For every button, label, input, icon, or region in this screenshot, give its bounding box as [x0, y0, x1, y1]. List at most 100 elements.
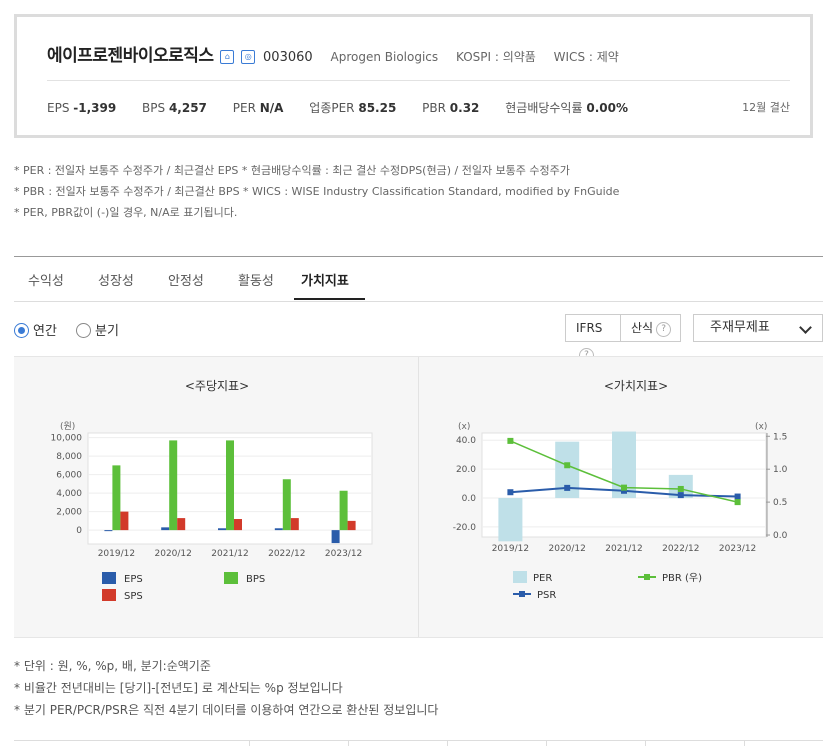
tab-profitability[interactable]: 수익성 [28, 270, 64, 289]
x-tick-label: 2022/12 [662, 544, 699, 554]
ifrs-button[interactable]: IFRS? [565, 314, 621, 363]
statement-dropdown[interactable]: 주재무제표 [693, 314, 823, 342]
bar-eps [218, 528, 226, 531]
tab-stability[interactable]: 안정성 [168, 270, 204, 289]
formula-button[interactable]: 산식? [620, 314, 681, 342]
metric-per: PER N/A [232, 101, 284, 115]
x-tick-label: 2020/12 [155, 549, 192, 559]
tab-valuation[interactable]: 가치지표 [301, 270, 349, 289]
chart-title: <주당지표> [185, 379, 249, 393]
ifrs-label: IFRS [576, 321, 603, 335]
x-tick-label: 2021/12 [211, 549, 248, 559]
legend-swatch [102, 572, 116, 584]
company-icon[interactable]: ◎ [241, 50, 256, 64]
legend-label: BPS [246, 574, 265, 585]
per-share-chart: <주당지표> (원) 10,000 8,000 6,000 4,000 2,000 0 20… [51, 379, 373, 602]
chart-title: <가치지표> [604, 379, 668, 393]
legend-swatch [102, 589, 116, 601]
x-tick-label: 2023/12 [719, 544, 756, 554]
x-tick-label: 2023/12 [325, 549, 362, 559]
radio-annual-label: 연간 [33, 324, 57, 339]
left-axis-unit: (x) [458, 422, 470, 432]
point-psr [507, 489, 514, 496]
y-tick-label: 0 [76, 526, 82, 536]
wics-label: WICS : 제약 [553, 50, 619, 64]
metric-eps: EPS -1,399 [47, 101, 117, 115]
bar-sps [234, 519, 242, 531]
column-divider [348, 740, 349, 746]
note-line: * PER, PBR값이 (-)일 경우, N/A로 표기됩니다. [14, 206, 238, 219]
note-line: * 단위 : 원, %, %p, 배, 분기:순액기준 [14, 659, 211, 673]
right-tick-label: 0.5 [773, 498, 787, 508]
tab-activity[interactable]: 활동성 [238, 270, 274, 289]
point-psr [677, 492, 684, 499]
radio-quarter[interactable]: 분기 [76, 320, 119, 339]
home-icon[interactable]: ⌂ [220, 50, 235, 64]
y-tick-label: 8,000 [56, 452, 82, 462]
left-tick-label: 0.0 [462, 494, 477, 504]
legend-label: PER [533, 573, 552, 584]
bar-eps [104, 530, 113, 532]
bar-per [498, 498, 523, 542]
x-tick-label: 2019/12 [98, 549, 135, 559]
legend-swatch [224, 572, 238, 584]
point-pbr [677, 485, 684, 492]
legend-label: PBR (우) [662, 572, 702, 584]
right-tick-label: 0.0 [773, 531, 788, 541]
y-tick-label: 10,000 [51, 434, 83, 444]
chart-panel: <주당지표> (원) 10,000 8,000 6,000 4,000 2,000 0 20… [14, 356, 823, 638]
chevron-down-icon [799, 321, 812, 334]
english-name: Aprogen Biologics [330, 50, 439, 64]
point-pbr [734, 499, 741, 506]
company-header: 에이프로젠바이오로직스 ⌂ ◎ 003060 Aprogen Biologics… [47, 41, 619, 66]
x-tick-label: 2020/12 [549, 544, 586, 554]
tab-bar: 수익성 성장성 안정성 활동성 가치지표 [14, 256, 823, 302]
legend-marker [644, 574, 650, 580]
stock-code: 003060 [263, 50, 313, 65]
right-axis-unit: (x) [755, 422, 767, 432]
column-divider [645, 740, 646, 746]
metrics-row: EPS -1,399 BPS 4,257 PER N/A 업종PER 85.25… [47, 99, 790, 116]
bar-bps [112, 465, 121, 531]
dropdown-value: 주재무제표 [710, 320, 770, 335]
note-line: * 비율간 전년대비는 [당기]-[전년도] 로 계산되는 %p 정보입니다 [14, 681, 343, 695]
legend-label: SPS [124, 591, 143, 602]
legend-label: EPS [124, 574, 143, 585]
note-line: * 분기 PER/PCR/PSR은 직전 4분기 데이터를 이용하여 연간으로 … [14, 703, 439, 717]
help-icon[interactable]: ? [656, 322, 672, 337]
x-tick-label: 2021/12 [605, 544, 642, 554]
bar-bps [339, 490, 348, 531]
point-pbr [621, 484, 627, 491]
company-name: 에이프로젠바이오로직스 [47, 46, 214, 66]
tab-growth[interactable]: 성장성 [98, 270, 134, 289]
bar-sps [347, 520, 356, 531]
bar-sps [120, 511, 129, 531]
left-tick-label: 40.0 [456, 436, 476, 446]
y-tick-label: 6,000 [56, 471, 82, 481]
bar-sps [177, 518, 186, 531]
radio-quarter-label: 분기 [95, 324, 119, 339]
point-pbr [507, 437, 514, 444]
radio-unselected-icon [76, 323, 91, 338]
bar-bps [169, 440, 178, 531]
metric-industry-per: 업종PER 85.25 [309, 101, 397, 115]
y-axis-unit: (원) [60, 421, 75, 432]
column-divider [249, 740, 250, 746]
bar-eps [331, 530, 340, 544]
note-line: * PER : 전일자 보통주 수정주가 / 최근결산 EPS * 현금배당수익… [14, 164, 570, 177]
left-tick-label: -20.0 [453, 523, 477, 533]
y-tick-label: 2,000 [56, 508, 82, 518]
radio-annual[interactable]: 연간 [14, 320, 57, 339]
point-psr [564, 484, 571, 491]
company-info-box: 에이프로젠바이오로직스 ⌂ ◎ 003060 Aprogen Biologics… [14, 14, 813, 138]
bar-bps [226, 440, 234, 531]
metric-dividend-yield: 현금배당수익률 0.00% [505, 101, 628, 115]
bar-bps [282, 479, 291, 531]
legend-swatch [513, 571, 527, 583]
point-psr [734, 493, 741, 500]
metric-pbr: PBR 0.32 [422, 101, 480, 115]
bar-sps [290, 518, 299, 531]
metric-bps: BPS 4,257 [142, 101, 207, 115]
right-tick-label: 1.5 [773, 432, 787, 442]
valuation-chart: <가치지표> (x) (x) 40.0 20.0 0.0 -20.0 1.5 1.0 0.5… [453, 379, 788, 601]
